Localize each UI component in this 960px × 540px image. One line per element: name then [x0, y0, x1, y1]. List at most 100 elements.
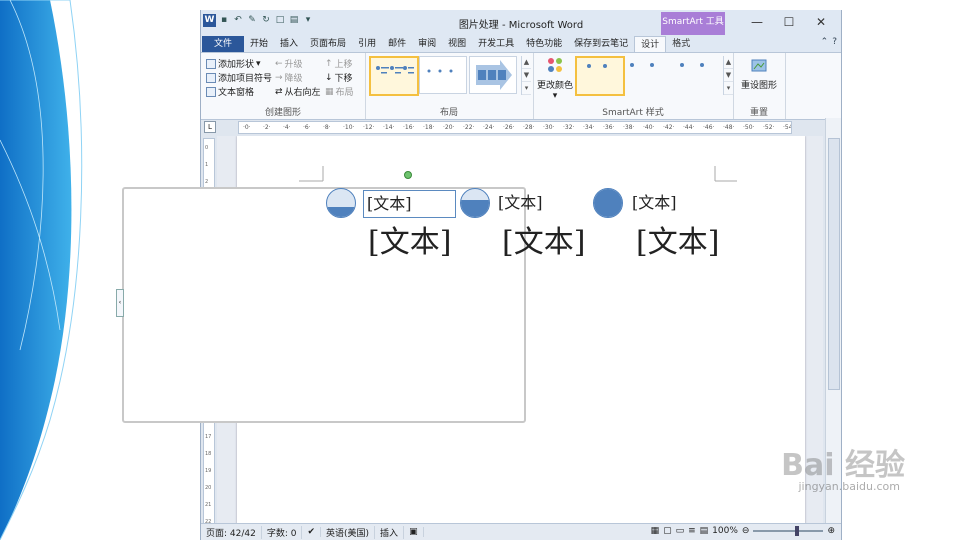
- smartart-small-label-3[interactable]: [文本]: [632, 190, 677, 216]
- reset-graphic-button[interactable]: 重设图形: [735, 55, 783, 91]
- demote-button[interactable]: → 降级: [275, 71, 303, 85]
- ruler-tick: 2: [205, 179, 209, 185]
- smartart-big-label-2[interactable]: [文本]: [502, 224, 585, 262]
- group-create-graphic-label: 创建图形: [264, 108, 301, 118]
- move-up-button[interactable]: ↑ 上移: [325, 57, 353, 71]
- group-layouts: ▲ ▼ ▾ 布局: [365, 53, 534, 119]
- tab-insert[interactable]: 插入: [274, 36, 304, 52]
- style-gallery-scroll[interactable]: ▲ ▼ ▾: [723, 56, 733, 95]
- macro-icon[interactable]: ▣: [404, 527, 424, 537]
- move-up-icon: ↑: [325, 58, 333, 69]
- proofing-icon[interactable]: ✔: [302, 527, 322, 537]
- smartart-big-label-1[interactable]: [文本]: [368, 224, 451, 262]
- tab-design[interactable]: 设计: [634, 36, 667, 52]
- tab-format[interactable]: 格式: [666, 36, 696, 52]
- tab-mailings[interactable]: 邮件: [382, 36, 412, 52]
- ruler-tick: ·4·: [283, 124, 291, 131]
- outline-view-icon[interactable]: ≡: [688, 526, 696, 536]
- ruler-tick: ·2·: [263, 124, 271, 131]
- ruler-tick: 19: [205, 468, 212, 474]
- tab-selector-icon[interactable]: L: [204, 121, 216, 133]
- tab-cloud-notes[interactable]: 保存到云笔记: [568, 36, 634, 52]
- language-indicator[interactable]: 英语(美国): [321, 525, 376, 539]
- promote-button[interactable]: ← 升级: [275, 57, 303, 71]
- group-reset-label: 重置: [749, 108, 768, 118]
- smartart-circle-fill: [594, 189, 622, 217]
- ruler-tick: ·36·: [603, 124, 615, 131]
- style-option-3[interactable]: [671, 56, 719, 94]
- help-icon[interactable]: ?: [832, 37, 837, 47]
- move-down-button[interactable]: ↓ 下移: [325, 71, 353, 85]
- smartart-tools-label: SmartArt 工具: [661, 12, 725, 35]
- reset-graphic-icon: [751, 59, 767, 72]
- title-bar: W ▪ ↶ ✎ ↻ □ ▤ ▾ 图片处理 - Microsoft Word Sm…: [201, 10, 841, 35]
- ruler-tick: 0: [205, 145, 209, 151]
- word-count[interactable]: 字数: 0: [262, 525, 303, 539]
- tab-references[interactable]: 引用: [352, 36, 382, 52]
- group-smartart-styles: 更改颜色 ▾ ▲ ▼ ▾ SmartArt 样式: [533, 53, 734, 119]
- page-count[interactable]: 页面: 42/42: [201, 525, 262, 539]
- scroll-up-icon[interactable]: ▲: [724, 56, 733, 69]
- layout-dropdown-button[interactable]: ▦ 布局: [325, 85, 354, 99]
- layout-gallery-scroll[interactable]: ▲ ▼ ▾: [521, 56, 531, 95]
- zoom-level[interactable]: 100%: [712, 526, 738, 536]
- smartart-frame[interactable]: ‹: [116, 187, 526, 423]
- gallery-more-icon[interactable]: ▾: [522, 82, 531, 95]
- style-thumb-icon: [630, 63, 654, 67]
- layout-option-selected[interactable]: [369, 56, 419, 96]
- maximize-icon[interactable]: ☐: [773, 13, 805, 31]
- smartart-small-label-1[interactable]: [文本]: [363, 190, 456, 218]
- print-layout-view-icon[interactable]: ▦: [651, 526, 660, 536]
- style-option-selected[interactable]: [575, 56, 625, 96]
- insert-mode[interactable]: 插入: [375, 525, 405, 539]
- add-bullet-icon: [206, 72, 216, 83]
- tab-review[interactable]: 审阅: [412, 36, 442, 52]
- smartart-circle-2[interactable]: [460, 188, 490, 218]
- horizontal-ruler[interactable]: ·0· ·2· ·4· ·6· ·8· ·10· ·12· ·14· ·16· ·18· ·20· ·…: [238, 121, 792, 134]
- style-option-2[interactable]: [625, 56, 673, 94]
- close-icon[interactable]: ✕: [805, 13, 837, 31]
- window-controls: — ☐ ✕: [741, 13, 837, 31]
- text-pane-toggle-icon[interactable]: ‹: [116, 289, 124, 317]
- smartart-big-label-3[interactable]: [文本]: [636, 224, 719, 262]
- smartart-small-label-2[interactable]: [文本]: [498, 190, 543, 216]
- color-palette-icon: [548, 58, 562, 72]
- tab-developer[interactable]: 开发工具: [472, 36, 520, 52]
- layout-option-dots[interactable]: [419, 56, 467, 94]
- web-layout-view-icon[interactable]: ▭: [676, 526, 685, 536]
- scrollbar-thumb[interactable]: [828, 138, 840, 390]
- tab-features[interactable]: 特色功能: [520, 36, 568, 52]
- add-bullet-button[interactable]: 添加项目符号: [206, 71, 272, 84]
- minimize-icon[interactable]: —: [741, 13, 773, 31]
- layout-dots-icon: [427, 69, 453, 73]
- change-colors-button[interactable]: 更改颜色 ▾: [537, 55, 573, 101]
- smartart-circle-1[interactable]: [326, 188, 356, 218]
- tab-page-layout[interactable]: 页面布局: [304, 36, 352, 52]
- zoom-slider-knob[interactable]: [795, 526, 800, 536]
- scroll-down-icon[interactable]: ▼: [724, 69, 733, 82]
- smartart-circle-3[interactable]: [593, 188, 623, 218]
- tab-file[interactable]: 文件: [202, 36, 245, 52]
- tab-home[interactable]: 开始: [244, 36, 274, 52]
- ruler-tick: ·22·: [463, 124, 475, 131]
- scroll-down-icon[interactable]: ▼: [522, 69, 531, 82]
- tab-view[interactable]: 视图: [442, 36, 472, 52]
- baidu-watermark-url: jingyan.baidu.com: [798, 480, 900, 493]
- add-shape-button[interactable]: 添加形状 ▾: [206, 57, 261, 70]
- text-pane-button[interactable]: 文本窗格: [206, 85, 254, 98]
- zoom-slider[interactable]: [753, 526, 824, 536]
- scroll-up-icon[interactable]: ▲: [522, 56, 531, 69]
- rotate-handle-icon[interactable]: [404, 171, 412, 179]
- ruler-tick: ·28·: [523, 124, 535, 131]
- draft-view-icon[interactable]: ▤: [700, 526, 709, 536]
- zoom-out-icon[interactable]: ⊖: [742, 526, 750, 536]
- ruler-tick: ·16·: [403, 124, 415, 131]
- right-to-left-button[interactable]: ⇄ 从右向左: [275, 85, 321, 99]
- gallery-more-icon[interactable]: ▾: [724, 82, 733, 95]
- full-screen-view-icon[interactable]: ▢: [663, 526, 672, 536]
- ribbon-minimize-icon[interactable]: ⌃: [821, 37, 829, 47]
- layout-option-arrow[interactable]: [469, 56, 517, 94]
- add-shape-icon: [206, 58, 216, 69]
- ruler-tick: ·8·: [323, 124, 331, 131]
- zoom-in-icon[interactable]: ⊕: [827, 526, 835, 536]
